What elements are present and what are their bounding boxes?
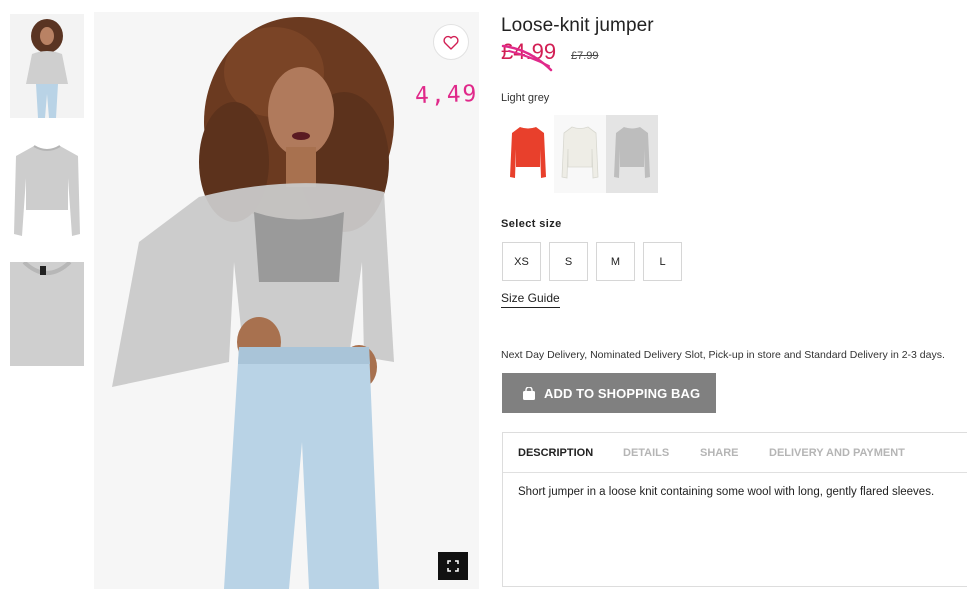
info-tab-bar: DESCRIPTION DETAILS SHARE DELIVERY AND P… (503, 433, 967, 473)
red-jumper-image (502, 115, 554, 193)
tab-delivery-and-payment[interactable]: DELIVERY AND PAYMENT (769, 447, 905, 459)
thumbnail-jumper-detail[interactable] (10, 262, 84, 366)
price-area: £4.99 (501, 38, 565, 72)
product-title: Loose-knit jumper (501, 15, 654, 36)
grey-jumper-image (606, 115, 658, 193)
size-guide-link[interactable]: Size Guide (501, 291, 560, 308)
size-button-xs[interactable]: XS (502, 242, 541, 281)
model-thumbnail-image (10, 14, 84, 118)
color-swatch-red[interactable] (502, 115, 554, 193)
add-to-bag-button[interactable]: ADD TO SHOPPING BAG (502, 373, 716, 413)
color-swatch-white[interactable] (554, 115, 606, 193)
favorite-button[interactable] (433, 24, 469, 60)
thumbnail-model[interactable] (10, 14, 84, 118)
heart-icon (443, 35, 459, 50)
description-text: Short jumper in a loose knit containing … (518, 486, 935, 498)
add-to-bag-label: ADD TO SHOPPING BAG (544, 385, 701, 401)
size-button-m[interactable]: M (596, 242, 635, 281)
expand-icon (447, 560, 459, 572)
tab-details[interactable]: DETAILS (623, 447, 669, 459)
white-jumper-image (554, 115, 606, 193)
original-price: £7.99 (571, 50, 599, 62)
product-info-panel: DESCRIPTION DETAILS SHARE DELIVERY AND P… (502, 432, 967, 587)
jumper-detail-thumbnail-image (10, 262, 84, 366)
product-price: £4.99 (501, 39, 557, 64)
selected-color-name: Light grey (501, 92, 550, 104)
fullscreen-button[interactable] (438, 552, 468, 580)
color-swatch-light-grey[interactable] (606, 115, 658, 193)
select-size-label: Select size (501, 218, 562, 230)
tab-description[interactable]: DESCRIPTION (518, 447, 593, 459)
tab-share[interactable]: SHARE (700, 447, 739, 459)
jumper-front-thumbnail-image (10, 138, 84, 242)
size-button-l[interactable]: L (643, 242, 682, 281)
delivery-info: Next Day Delivery, Nominated Delivery Sl… (501, 349, 945, 361)
thumbnail-jumper-front[interactable] (10, 138, 84, 242)
shopping-bag-icon (523, 386, 535, 400)
handwritten-price-annotation: 4,49 (414, 80, 479, 110)
size-button-s[interactable]: S (549, 242, 588, 281)
